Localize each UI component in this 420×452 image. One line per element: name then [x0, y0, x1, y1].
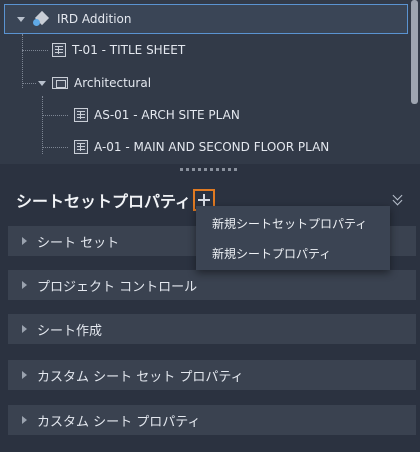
section-custom-sheet-properties[interactable]: カスタム シート プロパティ	[8, 405, 416, 435]
section-label: プロジェクト コントロール	[37, 279, 198, 295]
splitter-grip-icon[interactable]	[180, 168, 240, 171]
tree-item-label: A-01 - MAIN AND SECOND FLOOR PLAN	[94, 140, 330, 154]
sheet-icon	[74, 108, 88, 122]
tree-connector	[42, 147, 68, 148]
tree-connector	[22, 34, 23, 88]
panel-splitter[interactable]	[0, 164, 420, 174]
tree-item-label: AS-01 - ARCH SITE PLAN	[94, 108, 240, 122]
expand-triangle-icon	[22, 237, 27, 245]
section-label: カスタム シート プロパティ	[37, 414, 201, 430]
tree-item-t-01[interactable]: T-01 - TITLE SHEET	[52, 36, 185, 64]
collapse-all-icon[interactable]	[392, 193, 404, 205]
section-project-control[interactable]: プロジェクト コントロール	[8, 270, 416, 300]
expand-triangle-icon	[22, 371, 27, 379]
tree-connector	[22, 50, 48, 51]
section-label: シート作成	[37, 323, 103, 339]
section-label: シート セット	[37, 235, 120, 251]
tree-item-label: Architectural	[74, 76, 152, 90]
subset-folder-icon	[52, 77, 68, 89]
expand-caret-icon[interactable]	[17, 16, 25, 22]
tree-connector	[42, 115, 68, 116]
expand-triangle-icon	[22, 416, 27, 424]
plus-icon	[198, 194, 210, 206]
sheet-icon	[74, 140, 88, 154]
tree-item-architectural[interactable]: Architectural	[38, 69, 151, 97]
tree-scrollbar[interactable]	[411, 0, 418, 104]
sheet-tree: IRD Addition T-01 - TITLE SHEET Architec…	[0, 0, 420, 164]
tree-root-ird-addition[interactable]: IRD Addition	[4, 4, 408, 34]
tree-item-a-01[interactable]: A-01 - MAIN AND SECOND FLOOR PLAN	[74, 133, 329, 161]
tree-connector	[22, 83, 36, 84]
section-sheet-creation[interactable]: シート作成	[8, 314, 416, 344]
properties-title: シートセットプロパティ	[16, 192, 192, 211]
expand-caret-icon[interactable]	[38, 80, 46, 86]
tree-item-label: T-01 - TITLE SHEET	[72, 43, 186, 57]
sheet-icon	[52, 43, 66, 57]
menu-item-new-sheet-property[interactable]: 新規シートプロパティ	[196, 238, 390, 268]
sheet-set-icon	[33, 11, 51, 27]
expand-triangle-icon	[22, 325, 27, 333]
tree-item-as-01[interactable]: AS-01 - ARCH SITE PLAN	[74, 101, 240, 129]
tree-root-label: IRD Addition	[57, 12, 132, 26]
add-property-menu: 新規シートセットプロパティ 新規シートプロパティ	[196, 206, 390, 270]
section-label: カスタム シート セット プロパティ	[37, 369, 244, 385]
section-custom-sheet-set-properties[interactable]: カスタム シート セット プロパティ	[8, 360, 416, 390]
tree-connector	[42, 96, 43, 154]
menu-item-new-sheet-set-property[interactable]: 新規シートセットプロパティ	[196, 208, 390, 238]
expand-triangle-icon	[22, 281, 27, 289]
